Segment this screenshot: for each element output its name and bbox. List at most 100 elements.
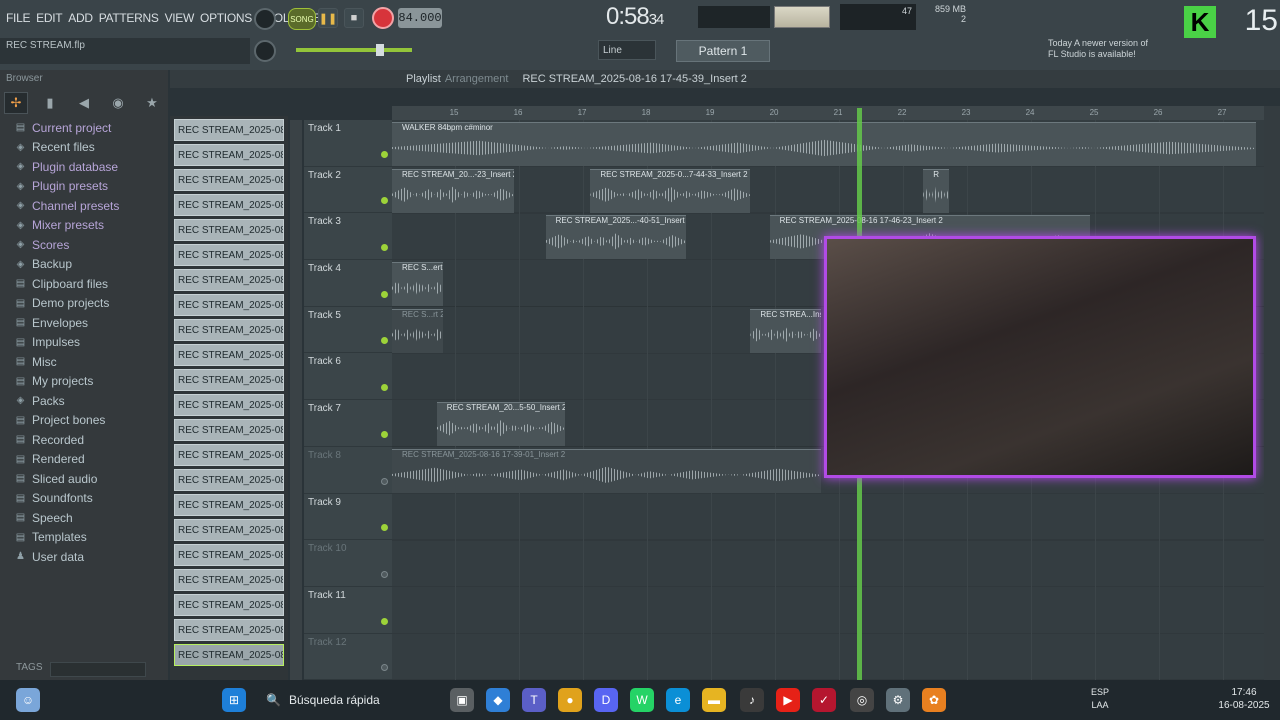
star-tab-icon[interactable]: ★ xyxy=(140,92,164,114)
menu-edit[interactable]: EDIT xyxy=(36,11,62,25)
picker-item[interactable]: REC STREAM_2025-08-16.. xyxy=(174,269,284,291)
audio-clip[interactable]: REC S...ert 2 xyxy=(392,262,444,307)
menu-patterns[interactable]: PATTERNS xyxy=(99,11,159,25)
browser-item[interactable]: ▤ My projects xyxy=(0,372,168,392)
track-header[interactable]: Track 7 xyxy=(304,400,392,447)
track-header[interactable]: Track 6 xyxy=(304,353,392,401)
picker-item[interactable]: REC STREAM_2025-08-16.. xyxy=(174,194,284,216)
browser-item[interactable]: ▤ Current project xyxy=(0,118,168,138)
picker-item[interactable]: REC STREAM_2025-08-16.. xyxy=(174,294,284,316)
youtube-icon[interactable]: ▶ xyxy=(776,688,800,712)
track-header[interactable]: Track 2 xyxy=(304,167,392,214)
slider-handle[interactable] xyxy=(376,44,384,56)
browser-item[interactable]: ▤ Impulses xyxy=(0,333,168,353)
track-active-led[interactable] xyxy=(381,337,388,345)
browser-item[interactable]: ▤ Recorded xyxy=(0,430,168,450)
taskview-icon[interactable]: ▣ xyxy=(450,688,474,712)
github-icon[interactable]: ◎ xyxy=(850,688,874,712)
track-header[interactable]: Track 11 xyxy=(304,587,392,634)
track-header[interactable]: Track 3 xyxy=(304,213,392,261)
audio-clip[interactable]: REC STREAM_2025...-40-51_Insert 2 xyxy=(545,215,687,260)
picker-item[interactable]: REC STREAM_2025-08-16.. xyxy=(174,544,284,566)
explorer-icon[interactable]: ▬ xyxy=(702,688,726,712)
picker-item[interactable]: REC STREAM_2025-08-16.. xyxy=(174,219,284,241)
picker-item[interactable]: REC STREAM_2025-08-16.. xyxy=(174,619,284,641)
track-active-led[interactable] xyxy=(381,197,388,205)
discord-icon[interactable]: D xyxy=(594,688,618,712)
picker-item[interactable]: REC STREAM_2025-08-16.. xyxy=(174,444,284,466)
audio-clip[interactable]: WALKER 84bpm c#minor xyxy=(392,122,1256,166)
app-icon[interactable]: ♪ xyxy=(740,688,764,712)
picker-item[interactable]: REC STREAM_2025-08-16.. xyxy=(174,344,284,366)
master-pitch-knob[interactable] xyxy=(254,40,276,62)
snap-select[interactable]: Line xyxy=(598,40,656,60)
browser-item[interactable]: ◈ Recent files xyxy=(0,138,168,158)
track-header[interactable]: Track 12 xyxy=(304,634,392,681)
picker-item[interactable]: REC STREAM_2025-08-16.. xyxy=(174,244,284,266)
picker-item[interactable]: REC STREAM_2025-08-16.. xyxy=(174,319,284,341)
track-active-led[interactable] xyxy=(381,477,388,485)
browser-item[interactable]: ▤ Envelopes xyxy=(0,313,168,333)
browser-item[interactable]: ▤ Templates xyxy=(0,528,168,548)
track-active-led[interactable] xyxy=(381,244,388,252)
browser-item[interactable]: ◈ Mixer presets xyxy=(0,216,168,236)
browser-item[interactable]: ▤ Soundfonts xyxy=(0,489,168,509)
flstudio-icon[interactable]: ✿ xyxy=(922,688,946,712)
tags-input[interactable] xyxy=(50,662,147,677)
all-tab-icon[interactable]: ✢ xyxy=(4,92,28,114)
picker-item[interactable]: REC STREAM_2025-08-16.. xyxy=(174,169,284,191)
chrome-icon[interactable]: ● xyxy=(558,688,582,712)
picker-item[interactable]: REC STREAM_2025-08-16.. xyxy=(174,569,284,591)
browser-item[interactable]: ▤ Rendered xyxy=(0,450,168,470)
browser-item[interactable]: ▤ Project bones xyxy=(0,411,168,431)
browser-item[interactable]: ▤ Sliced audio xyxy=(0,469,168,489)
browser-item[interactable]: ▤ Misc xyxy=(0,352,168,372)
menu-view[interactable]: VIEW xyxy=(165,11,195,25)
track-header[interactable]: Track 9 xyxy=(304,494,392,541)
picker-item[interactable]: REC STREAM_2025-08-16.. xyxy=(174,644,284,666)
track-header[interactable]: Track 8 xyxy=(304,447,392,494)
browser-item[interactable]: ◈ Packs xyxy=(0,391,168,411)
browser-item[interactable]: ▤ Clipboard files xyxy=(0,274,168,294)
track-header[interactable]: Track 1 xyxy=(304,120,392,167)
track-active-led[interactable] xyxy=(381,384,388,392)
settings-icon[interactable]: ⚙ xyxy=(886,688,910,712)
picker-item[interactable]: REC STREAM_2025-08-16.. xyxy=(174,469,284,491)
copilot-icon[interactable]: ◆ xyxy=(486,688,510,712)
picker-item[interactable]: REC STREAM_2025-08-16.. xyxy=(174,144,284,166)
picker-item[interactable]: REC STREAM_2025-08-16.. xyxy=(174,494,284,516)
audio-clip[interactable]: REC STREA...Ins xyxy=(750,308,821,353)
main-volume-knob[interactable] xyxy=(254,8,276,30)
menu-file[interactable]: FILE xyxy=(6,11,30,25)
menu-options[interactable]: OPTIONS xyxy=(200,11,252,25)
track-header[interactable]: Track 5 xyxy=(304,307,392,354)
master-volume-slider[interactable] xyxy=(296,48,412,52)
track-active-led[interactable] xyxy=(381,570,388,578)
audio-clip[interactable]: REC STREAM_2025-08-16 17-39-01_Insert 2 xyxy=(392,448,821,493)
timeline-ruler[interactable]: 15 16 17 18 19 20 21 22 23 24 25 26 27 xyxy=(392,106,1264,120)
browser-item[interactable]: ◈ Scores xyxy=(0,235,168,255)
file-tab-icon[interactable]: ▮ xyxy=(38,92,62,114)
audio-clip[interactable]: REC STREAM_2025-0...7-44-33_Insert 2 xyxy=(590,168,751,213)
pattern-selector[interactable]: Pattern 1 xyxy=(676,40,770,62)
maker-icon[interactable]: ✓ xyxy=(812,688,836,712)
speaker-tab-icon[interactable]: ◀ xyxy=(72,92,96,114)
windows-start-icon[interactable]: ⊞ xyxy=(222,688,246,712)
browser-item[interactable]: ◈ Backup xyxy=(0,255,168,275)
record-button[interactable] xyxy=(372,7,394,29)
audio-clip[interactable]: REC S...rt 2 xyxy=(392,308,444,353)
picker-item[interactable]: REC STREAM_2025-08-16.. xyxy=(174,369,284,391)
avatar-icon[interactable]: ☺ xyxy=(16,688,40,712)
system-clock[interactable]: 17:46 16-08-2025 xyxy=(1216,686,1272,714)
track-active-led[interactable] xyxy=(381,524,388,532)
pause-button[interactable]: ❚❚ xyxy=(318,8,338,28)
audio-clip[interactable]: REC STREAM_20...5-50_Insert 2 xyxy=(436,402,565,447)
picker-item[interactable]: REC STREAM_2025-08-16.. xyxy=(174,594,284,616)
track-active-led[interactable] xyxy=(381,664,388,672)
browser-item[interactable]: ♟ User data xyxy=(0,547,168,567)
update-notice[interactable]: Today A newer version of FL Studio is ava… xyxy=(1048,38,1178,66)
track-active-led[interactable] xyxy=(381,430,388,438)
browser-item[interactable]: ◈ Plugin database xyxy=(0,157,168,177)
track-active-led[interactable] xyxy=(381,290,388,298)
picker-item[interactable]: REC STREAM_2025-08-16.. xyxy=(174,419,284,441)
